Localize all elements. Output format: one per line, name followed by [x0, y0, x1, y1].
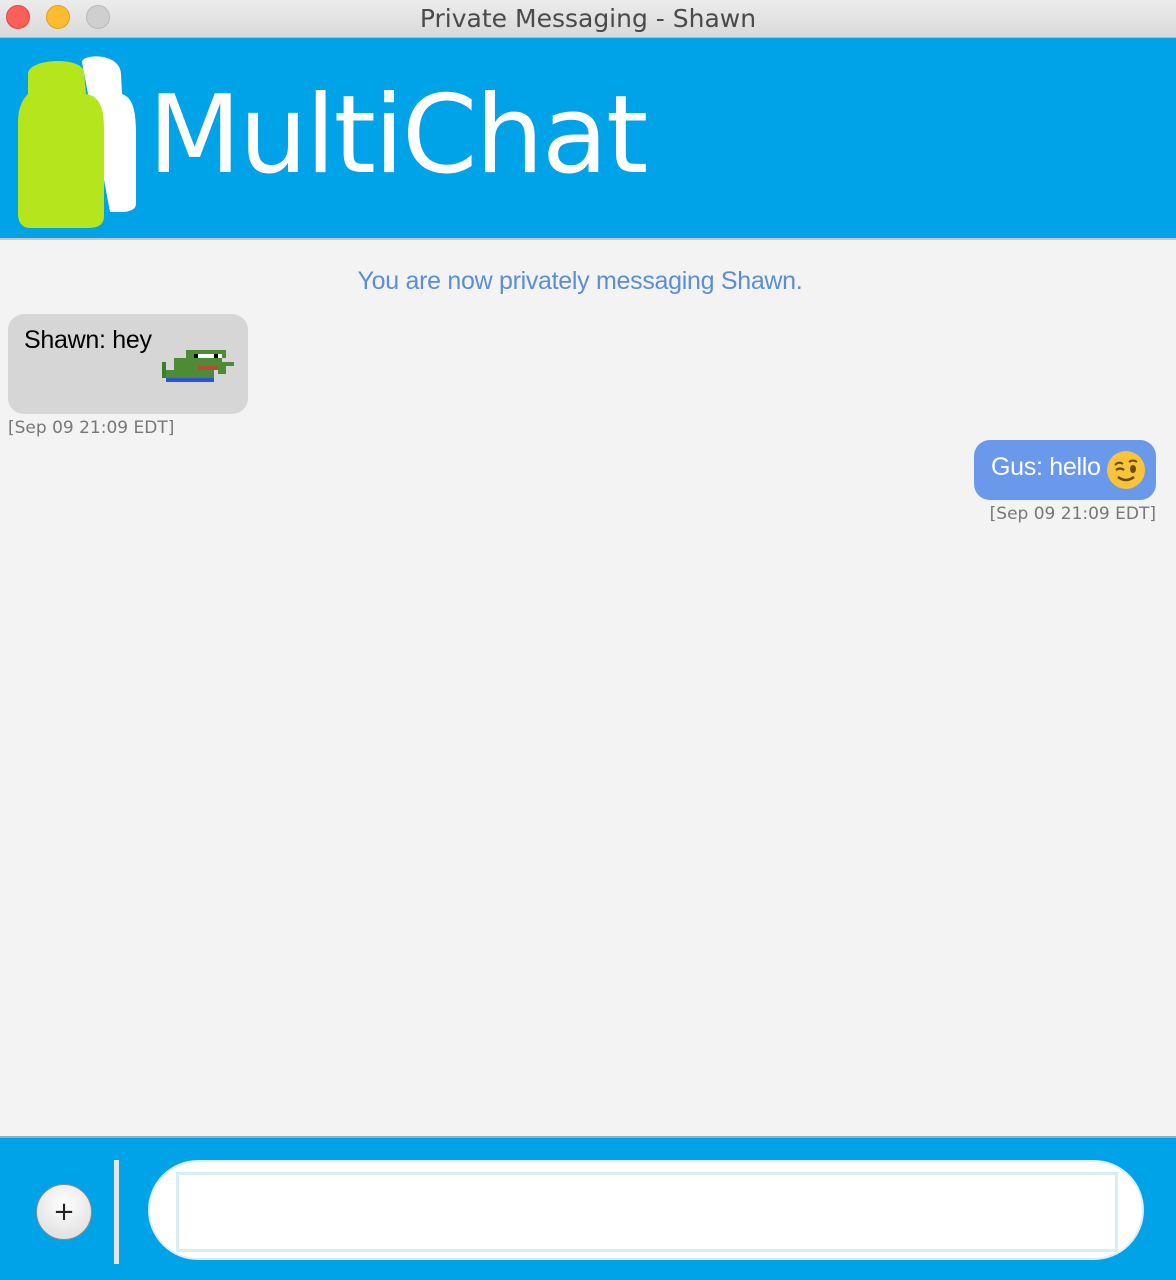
private-message-notice: You are now privately messaging Shawn. — [357, 267, 803, 295]
winking-face-icon — [1107, 451, 1145, 489]
app-header: MultiChat — [0, 38, 1176, 240]
composer-bar: + — [0, 1136, 1176, 1280]
outgoing-message-bubble: Gus: hello — [974, 440, 1156, 500]
window-titlebar: Private Messaging - Shawn — [0, 0, 1176, 38]
message-timestamp: [Sep 09 21:09 EDT] — [8, 418, 175, 438]
message-text: Gus: hello — [991, 453, 1101, 481]
window-title: Private Messaging - Shawn — [419, 4, 757, 33]
chat-logo-icon — [18, 56, 136, 228]
incoming-message-bubble: Shawn: hey — [8, 314, 248, 414]
message-timestamp: [Sep 09 21:09 EDT] — [989, 504, 1156, 524]
composer-divider — [114, 1160, 119, 1264]
message-text: Shawn: hey — [24, 326, 152, 354]
pepe-frog-icon — [162, 350, 234, 382]
app-logo-text: MultiChat — [148, 73, 648, 198]
message-input-container — [148, 1160, 1144, 1260]
add-attachment-button[interactable]: + — [36, 1184, 92, 1240]
message-input[interactable] — [176, 1172, 1118, 1252]
